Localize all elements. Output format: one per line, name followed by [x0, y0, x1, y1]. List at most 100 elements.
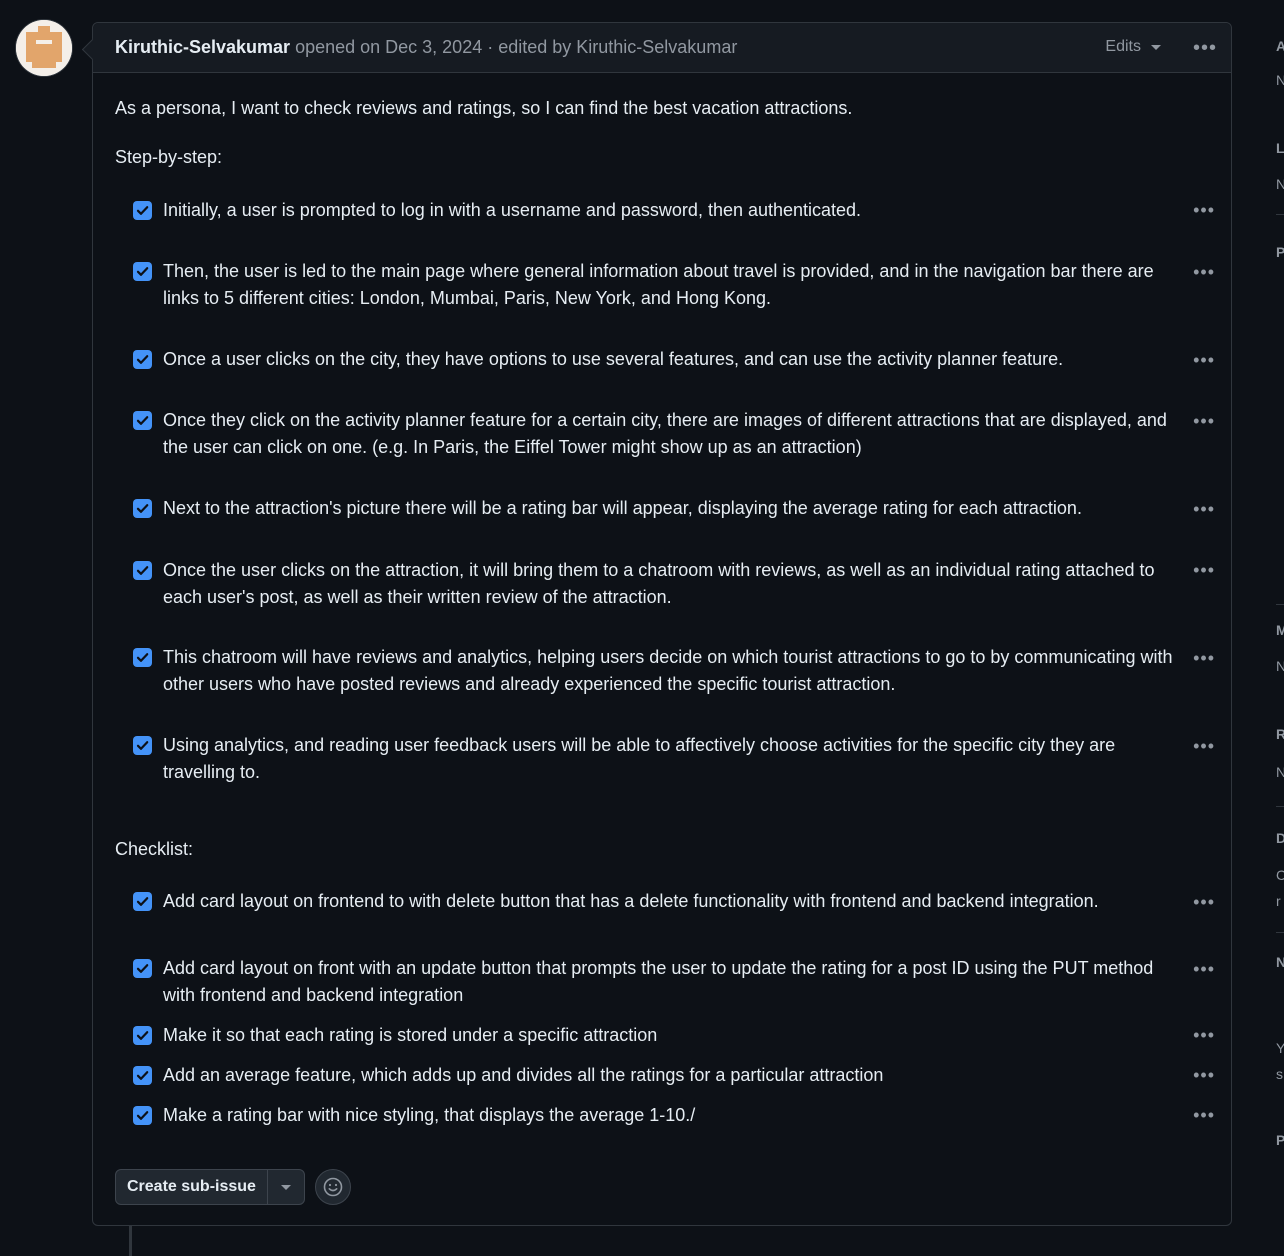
task-item: Using analytics, and reading user feedba… [133, 732, 1173, 786]
check-icon [136, 416, 149, 425]
sidebar-fragment: C [1276, 867, 1284, 883]
task-text: Once the user clicks on the attraction, … [163, 560, 1155, 607]
sidebar-fragment: L [1276, 140, 1284, 156]
check-icon [136, 1031, 149, 1040]
task-kebab-icon[interactable]: ••• [1193, 1065, 1215, 1086]
task-checkbox[interactable] [133, 411, 152, 430]
check-icon [136, 741, 149, 750]
task-kebab-icon[interactable]: ••• [1193, 1105, 1215, 1126]
task-item: This chatroom will have reviews and anal… [133, 644, 1173, 698]
sidebar-fragment: P [1276, 244, 1284, 260]
issue-comment: Kiruthic-Selvakumar opened on Dec 3, 202… [92, 22, 1232, 1226]
check-icon [136, 504, 149, 513]
steps-heading: Step-by-step: [115, 147, 223, 167]
sidebar-fragment: N [1276, 72, 1284, 88]
task-kebab-icon[interactable]: ••• [1193, 262, 1215, 283]
task-checkbox[interactable] [133, 561, 152, 580]
sidebar-fragment: A [1276, 38, 1284, 54]
task-kebab-icon[interactable]: ••• [1193, 560, 1215, 581]
task-kebab-icon[interactable]: ••• [1193, 736, 1215, 757]
task-kebab-icon[interactable]: ••• [1193, 411, 1215, 432]
task-kebab-icon[interactable]: ••• [1193, 1025, 1215, 1046]
task-checkbox[interactable] [133, 350, 152, 369]
task-kebab-icon[interactable]: ••• [1193, 499, 1215, 520]
smiley-icon [323, 1177, 343, 1197]
comment-header: Kiruthic-Selvakumar opened on Dec 3, 202… [93, 23, 1231, 73]
avatar-identicon [16, 20, 72, 76]
task-kebab-icon[interactable]: ••• [1193, 200, 1215, 221]
sidebar-fragment: N [1276, 764, 1284, 780]
check-icon [136, 653, 149, 662]
task-text: Add an average feature, which adds up an… [163, 1065, 884, 1085]
sidebar-fragment: P [1276, 1132, 1284, 1148]
task-text: Next to the attraction's picture there w… [163, 498, 1082, 518]
check-icon [136, 1111, 149, 1120]
caret-down-icon [280, 1184, 291, 1190]
task-checkbox[interactable] [133, 201, 152, 220]
check-icon [136, 206, 149, 215]
task-item: Add card layout on front with an update … [133, 955, 1173, 1009]
task-checkbox[interactable] [133, 1066, 152, 1085]
right-sidebar: A N L N P M N R N D Cr N Ys P [1276, 0, 1284, 1252]
sidebar-fragment: N [1276, 176, 1284, 192]
sidebar-fragment: M [1276, 622, 1284, 638]
task-kebab-icon[interactable]: ••• [1193, 648, 1215, 669]
check-icon [136, 355, 149, 364]
task-kebab-icon[interactable]: ••• [1193, 892, 1215, 913]
task-checkbox[interactable] [133, 892, 152, 911]
task-checkbox[interactable] [133, 736, 152, 755]
sidebar-divider [1276, 214, 1284, 215]
caret-down-icon [1151, 44, 1161, 50]
task-checkbox[interactable] [133, 959, 152, 978]
task-text: Using analytics, and reading user feedba… [163, 735, 1116, 782]
checklist-heading: Checklist: [115, 839, 194, 859]
kebab-icon[interactable]: ••• [1193, 37, 1217, 60]
check-icon [136, 566, 149, 575]
sidebar-fragment: R [1276, 726, 1284, 742]
task-text: Initially, a user is prompted to log in … [163, 200, 862, 220]
task-item: Make it so that each rating is stored un… [133, 1022, 1173, 1049]
task-item: Add card layout on frontend to with dele… [133, 888, 1173, 915]
sidebar-fragment: r [1276, 893, 1281, 909]
author-avatar[interactable] [16, 20, 72, 76]
author-link[interactable]: Kiruthic-Selvakumar [115, 37, 290, 58]
task-text: Then, the user is led to the main page w… [163, 261, 1154, 308]
task-checkbox[interactable] [133, 262, 152, 281]
task-item: Initially, a user is prompted to log in … [133, 197, 1173, 224]
task-text: Add card layout on frontend to with dele… [163, 891, 1099, 911]
edits-label: Edits [1105, 38, 1141, 55]
sidebar-divider [1276, 932, 1284, 933]
task-kebab-icon[interactable]: ••• [1193, 959, 1215, 980]
task-text: This chatroom will have reviews and anal… [163, 647, 1173, 694]
task-item: Make a rating bar with nice styling, tha… [133, 1102, 1173, 1129]
task-checkbox[interactable] [133, 1026, 152, 1045]
sidebar-divider [1276, 604, 1284, 605]
add-reaction-button[interactable] [314, 1169, 351, 1205]
sidebar-fragment: Y [1276, 1040, 1284, 1056]
task-checkbox[interactable] [133, 499, 152, 518]
check-icon [136, 964, 149, 973]
comment-footer: Create sub-issue [115, 1169, 351, 1205]
task-text: Once a user clicks on the city, they hav… [163, 349, 1064, 369]
sidebar-fragment: s [1276, 1066, 1283, 1082]
task-item: Add an average feature, which adds up an… [133, 1062, 1173, 1089]
sidebar-fragment: D [1276, 830, 1284, 846]
task-kebab-icon[interactable]: ••• [1193, 350, 1215, 371]
task-item: Next to the attraction's picture there w… [133, 495, 1173, 522]
sidebar-fragment: N [1276, 954, 1284, 970]
check-icon [136, 1071, 149, 1080]
check-icon [136, 267, 149, 276]
comment-meta: opened on Dec 3, 2024 · edited by Kiruth… [295, 37, 738, 57]
task-text: Make it so that each rating is stored un… [163, 1025, 658, 1045]
task-item: Once they click on the activity planner … [133, 407, 1173, 461]
issue-intro: As a persona, I want to check reviews an… [115, 98, 853, 118]
task-checkbox[interactable] [133, 1106, 152, 1125]
create-sub-issue-button[interactable]: Create sub-issue [116, 1170, 267, 1204]
task-text: Make a rating bar with nice styling, tha… [163, 1105, 696, 1125]
task-item: Then, the user is led to the main page w… [133, 258, 1173, 312]
task-text: Once they click on the activity planner … [163, 410, 1167, 457]
create-sub-issue-split-button: Create sub-issue [115, 1169, 305, 1205]
sub-issue-dropdown-button[interactable] [266, 1170, 304, 1204]
task-checkbox[interactable] [133, 648, 152, 667]
edits-dropdown[interactable]: Edits [1105, 38, 1161, 56]
